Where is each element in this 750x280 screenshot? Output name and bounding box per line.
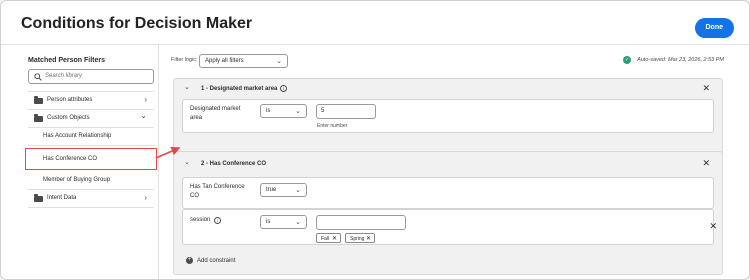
help-text: Enter number [317,123,348,129]
value-select[interactable]: true ⌄ [260,183,307,197]
dialog-header: Conditions for Decision Maker Done [1,1,749,45]
chevron-down-icon[interactable]: ⌄ [184,83,190,91]
remove-tag-icon[interactable]: ✕ [366,235,371,242]
group-title: 2 - Has Conference CO [201,161,267,167]
remove-tag-icon[interactable]: ✕ [332,235,337,242]
value-tag: Spring ✕ [345,233,375,243]
condition-row: Has Tan Conference CO true ⌄ [182,177,714,209]
sidebar-item-member-of-buying-group[interactable]: Member of Buying Group [28,172,154,190]
operator-select[interactable]: is ⌄ [260,215,307,229]
conditions-dialog: Conditions for Decision Maker Done Match… [0,0,750,280]
condition-label: Designated market area [190,106,241,121]
value-input[interactable]: 5 [316,104,376,119]
check-circle-icon: ✓ [623,56,631,64]
condition-row: session i is ⌄ Fall ✕ Spring ✕ ✕ [182,209,717,245]
group-title: 1 - Designated market area [201,86,278,92]
operator-select[interactable]: is ⌄ [260,104,307,118]
filter-tree: Person attributes › Custom Objects ⌄ Has… [25,91,157,208]
page-title: Conditions for Decision Maker [21,15,253,32]
add-circle-icon: + [186,257,193,264]
sidebar-title: Matched Person Filters [28,57,106,64]
filter-logic-label: Filter logic: [171,57,198,63]
sidebar-item-has-conference-co[interactable]: Has Conference CO [25,148,157,170]
chevron-down-icon[interactable]: ⌄ [184,158,190,166]
chevron-down-icon: ⌄ [140,111,147,120]
close-icon[interactable]: ✕ [702,83,710,94]
sidebar-item-person-attributes[interactable]: Person attributes › [28,92,154,110]
conditions-main: Filter logic: Apply all filters ⌄ ✓ Auto… [169,45,749,279]
autosave-status: Auto-saved: Mar 23, 2026, 2:53 PM [637,57,724,63]
folder-icon [34,96,43,104]
sidebar-item-has-account-relationship[interactable]: Has Account Relationship [28,128,154,146]
filter-logic-select[interactable]: Apply all filters ⌄ [199,54,288,68]
search-input[interactable]: Search library [28,69,154,84]
done-button[interactable]: Done [694,18,734,38]
folder-icon [34,114,43,122]
condition-row: Designated market area is ⌄ 5 Enter numb… [182,99,714,133]
info-icon[interactable]: i [214,217,221,224]
sidebar-item-custom-objects[interactable]: Custom Objects ⌄ [28,110,154,128]
value-tag: Fall ✕ [316,233,341,243]
chevron-down-icon: ⌄ [276,58,282,65]
chevron-right-icon: › [144,95,147,104]
search-placeholder: Search library [45,73,83,79]
condition-label: Has Tan Conference CO [190,184,245,199]
chevron-down-icon: ⌄ [295,108,301,115]
chevron-down-icon: ⌄ [295,187,301,194]
value-input[interactable] [316,215,406,230]
chevron-down-icon: ⌄ [295,219,301,226]
add-constraint-button[interactable]: + Add constraint [186,257,235,264]
chevron-right-icon: › [144,193,147,202]
search-icon [34,73,42,81]
remove-condition-icon[interactable]: ✕ [709,221,717,232]
condition-label: session [190,217,211,223]
sidebar-item-intent-data[interactable]: Intent Data › [28,190,154,208]
folder-icon [34,194,43,202]
filter-library-sidebar: Matched Person Filters Search library Pe… [19,45,159,279]
filter-group-2: ⌄ 2 - Has Conference CO ✕ Has Tan Confer… [173,151,723,275]
close-icon[interactable]: ✕ [702,158,710,169]
info-icon[interactable]: i [280,85,287,92]
